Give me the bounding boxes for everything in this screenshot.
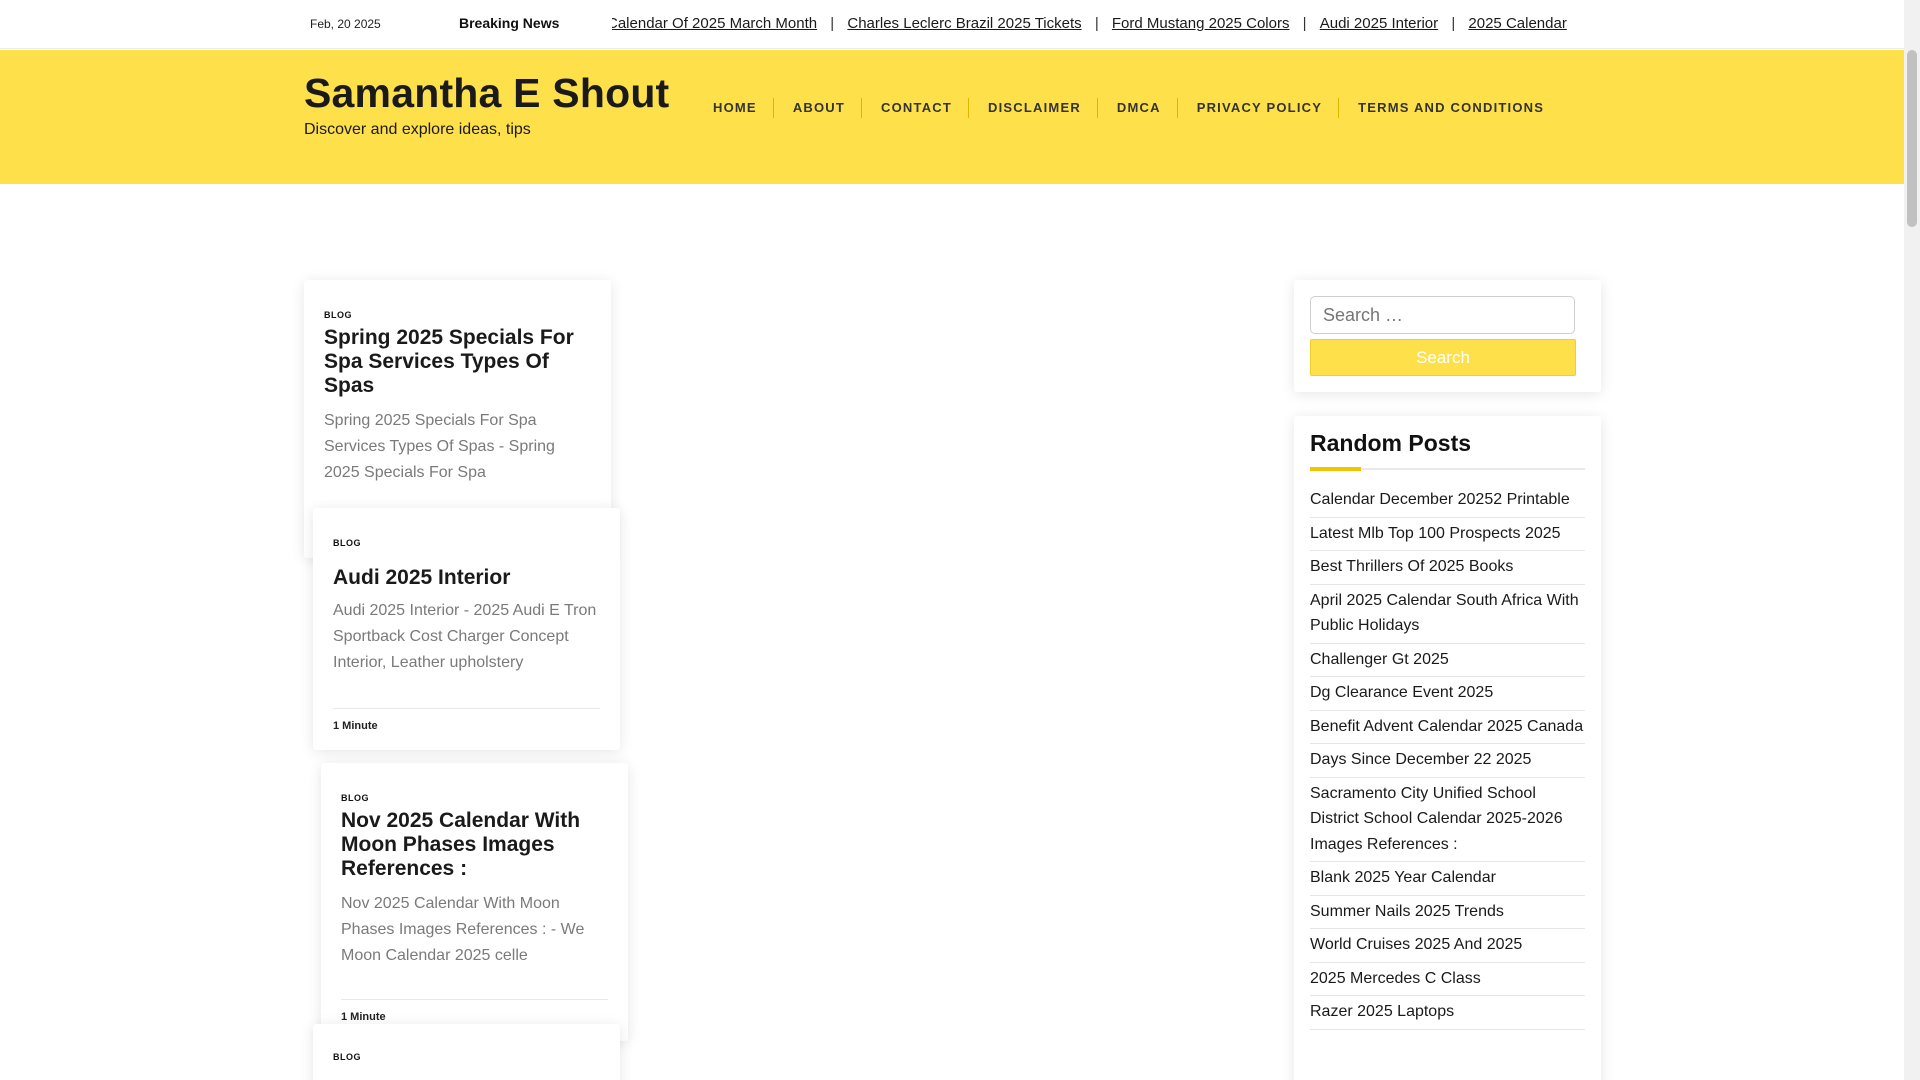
breaking-news-bar: Feb, 20 2025 Breaking News Calendar Of 2… [0, 0, 1904, 49]
ticker-separator: | [1302, 15, 1307, 32]
random-post-link[interactable]: Challenger Gt 2025 [1310, 644, 1585, 677]
post-category[interactable]: BLOG [341, 793, 369, 803]
random-post-link[interactable]: April 2025 Calendar South Africa With Pu… [1310, 585, 1585, 644]
random-post-link[interactable]: 2025 Mercedes C Class [1310, 963, 1585, 996]
nav-dmca[interactable]: DMCA [1098, 98, 1178, 118]
post-category[interactable]: BLOG [333, 1052, 361, 1062]
post-excerpt: Nov 2025 Calendar With Moon Phases Image… [341, 895, 585, 964]
widget-title: Random Posts [1310, 430, 1472, 456]
ticker-link[interactable]: 2025 Calendar [1468, 15, 1566, 32]
ticker-separator: | [1094, 15, 1099, 32]
random-post-link[interactable]: Best Thrillers Of 2025 Books [1310, 551, 1585, 585]
post-card: BLOG [313, 1024, 620, 1080]
random-post-link[interactable]: Sacramento City Unified School District … [1310, 778, 1585, 862]
post-card: BLOG Audi 2025 Interior Audi 2025 Interi… [313, 508, 620, 750]
random-post-link[interactable]: World Cruises 2025 And 2025 [1310, 929, 1585, 963]
random-post-link[interactable]: Calendar December 20252 Printable [1310, 484, 1585, 518]
card-divider [341, 999, 608, 1000]
post-category[interactable]: BLOG [324, 310, 352, 320]
random-post-link[interactable]: Razer 2025 Laptops [1310, 996, 1585, 1030]
search-input[interactable] [1310, 296, 1575, 334]
nav-terms-and-conditions[interactable]: TERMS AND CONDITIONS [1339, 98, 1560, 118]
breaking-news-label: Breaking News [459, 15, 560, 31]
random-post-link[interactable]: Dg Clearance Event 2025 [1310, 677, 1585, 711]
nav-disclaimer[interactable]: DISCLAIMER [969, 98, 1098, 118]
ticker-separator: | [1451, 15, 1456, 32]
site-title[interactable]: Samantha E Shout [304, 70, 669, 117]
search-widget: Search [1294, 280, 1601, 392]
random-post-link[interactable]: Blank 2025 Year Calendar [1310, 862, 1585, 896]
post-title[interactable]: Audi 2025 Interior [333, 566, 600, 590]
read-time: 1 Minute [341, 1011, 386, 1023]
random-post-link[interactable]: Summer Nails 2025 Trends [1310, 896, 1585, 929]
ticker-link[interactable]: Audi 2025 Interior [1320, 15, 1438, 32]
site-tagline: Discover and explore ideas, tips [304, 121, 531, 138]
nav-about[interactable]: ABOUT [774, 98, 863, 118]
nav-home[interactable]: HOME [694, 98, 774, 118]
read-time: 1 Minute [333, 720, 378, 732]
post-title[interactable]: Nov 2025 Calendar With Moon Phases Image… [341, 809, 608, 881]
post-excerpt: Spring 2025 Specials For Spa Services Ty… [324, 412, 555, 481]
random-post-link[interactable]: Benefit Advent Calendar 2025 Canada [1310, 711, 1585, 744]
site-header: Samantha E Shout Discover and explore id… [0, 50, 1904, 184]
widget-title-underline [1310, 467, 1585, 471]
nav-privacy-policy[interactable]: PRIVACY POLICY [1178, 98, 1340, 118]
main-nav: HOME ABOUT CONTACT DISCLAIMER DMCA PRIVA… [694, 98, 1560, 118]
post-excerpt: Audi 2025 Interior - 2025 Audi E Tron Sp… [333, 602, 597, 671]
nav-contact[interactable]: CONTACT [862, 98, 970, 118]
ticker-link[interactable]: Calendar Of 2025 March Month [612, 15, 817, 32]
ticker-separator: | [830, 15, 835, 32]
ticker-link[interactable]: Charles Leclerc Brazil 2025 Tickets [847, 15, 1081, 32]
random-posts-widget: Random Posts Calendar December 20252 Pri… [1294, 416, 1601, 1080]
post-card: BLOG Nov 2025 Calendar With Moon Phases … [321, 763, 628, 1041]
random-post-link[interactable]: Latest Mlb Top 100 Prospects 2025 [1310, 518, 1585, 551]
current-date: Feb, 20 2025 [310, 17, 381, 31]
card-divider [333, 708, 600, 709]
random-post-link[interactable]: Days Since December 22 2025 [1310, 744, 1585, 778]
page-scrollbar[interactable] [1904, 0, 1920, 1080]
post-category[interactable]: BLOG [333, 538, 361, 548]
news-ticker: Calendar Of 2025 March Month | Charles L… [612, 12, 1602, 38]
ticker-link[interactable]: Ford Mustang 2025 Colors [1112, 15, 1290, 32]
scrollbar-thumb[interactable] [1907, 50, 1917, 227]
random-posts-list: Calendar December 20252 Printable Latest… [1310, 484, 1585, 1030]
post-title[interactable]: Spring 2025 Specials For Spa Services Ty… [324, 326, 591, 398]
search-button[interactable]: Search [1310, 339, 1576, 376]
